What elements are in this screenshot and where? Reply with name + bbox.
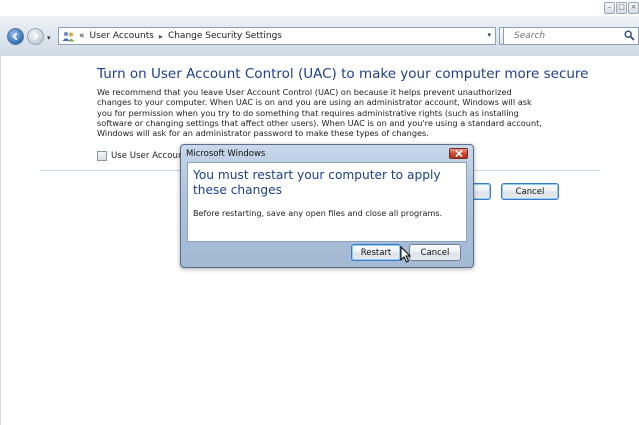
breadcrumb-change-security-settings[interactable]: Change Security Settings [168, 31, 282, 41]
close-icon [454, 150, 463, 157]
dialog-message: Before restarting, save any open files a… [193, 208, 443, 218]
breadcrumb-user-accounts[interactable]: User Accounts [90, 31, 154, 41]
forward-button[interactable] [27, 28, 44, 45]
cancel-button[interactable]: Cancel [501, 183, 559, 200]
uac-checkbox-row[interactable]: Use User Account [97, 151, 187, 161]
dialog-footer: Restart Cancel [187, 242, 467, 264]
dialog-body: You must restart your computer to apply … [187, 162, 467, 242]
restart-dialog: Microsoft Windows You must restart your … [180, 144, 474, 268]
breadcrumb-separator-icon[interactable]: ▸ [159, 32, 163, 41]
uac-checkbox-label: Use User Account [111, 151, 187, 161]
maximize-button[interactable]: □ [616, 2, 627, 14]
dialog-title: Microsoft Windows [186, 149, 266, 159]
recent-pages-dropdown-icon[interactable]: ▾ [47, 34, 51, 42]
breadcrumb-overflow[interactable]: « [79, 31, 85, 41]
dialog-heading: You must restart your computer to apply … [193, 168, 441, 197]
close-window-button[interactable]: × [628, 2, 639, 14]
arrow-right-icon [33, 32, 39, 41]
mouse-pointer-icon [400, 246, 411, 263]
window-caption-buttons: – □ × [603, 2, 639, 14]
address-dropdown-icon[interactable]: ▾ [487, 31, 491, 39]
arrow-left-icon [12, 32, 18, 41]
search-box[interactable] [503, 27, 639, 45]
back-button[interactable] [7, 28, 24, 45]
navigation-bar: ▾ « User Accounts ▸ Change Security Sett… [0, 16, 639, 56]
page-title: Turn on User Account Control (UAC) to ma… [97, 66, 589, 82]
restart-button[interactable]: Restart [351, 244, 401, 261]
uac-description: We recommend that you leave User Account… [97, 87, 542, 139]
minimize-button[interactable]: – [604, 2, 615, 14]
search-input[interactable] [504, 28, 614, 44]
address-bar[interactable]: « User Accounts ▸ Change Security Settin… [58, 27, 496, 45]
uac-checkbox[interactable] [97, 151, 107, 161]
dialog-close-button[interactable] [449, 148, 468, 159]
magnifier-icon[interactable] [624, 30, 635, 41]
dialog-cancel-button[interactable]: Cancel [409, 244, 461, 261]
user-accounts-icon [62, 31, 75, 41]
